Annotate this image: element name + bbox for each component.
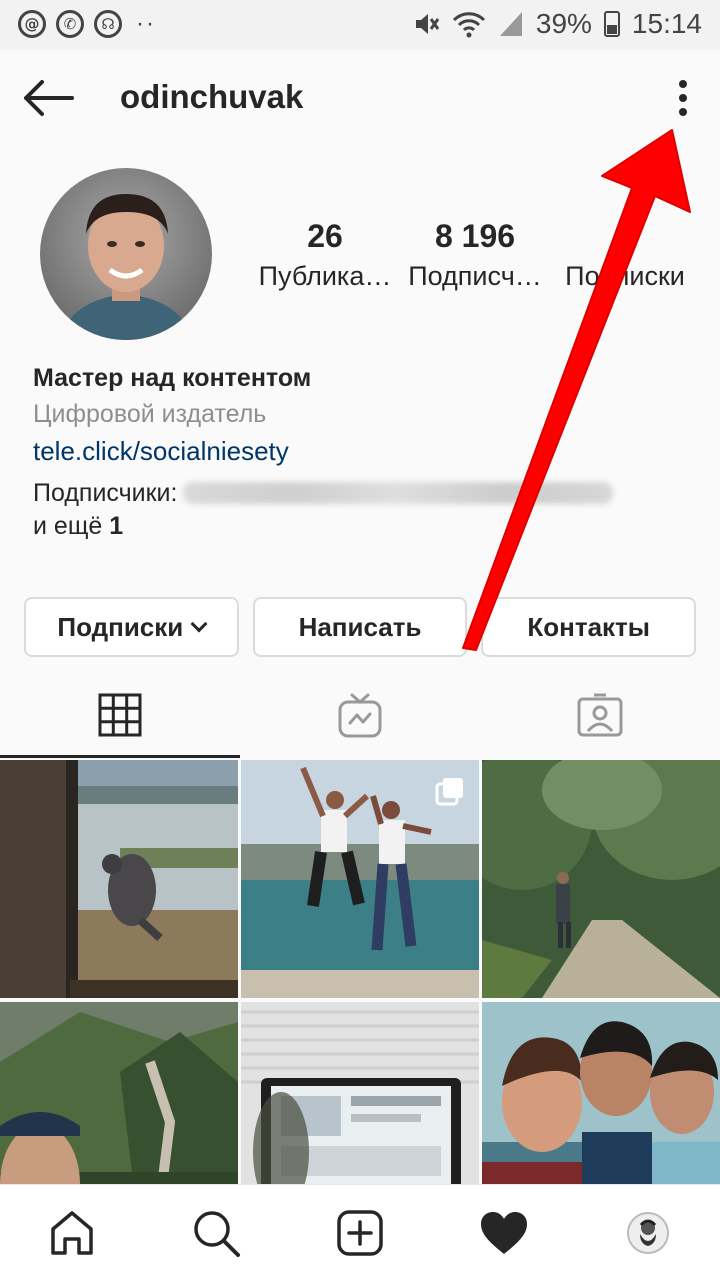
bottom-navigation [0, 1184, 720, 1280]
mutual-followers[interactable]: Подписчики: [33, 474, 693, 512]
followers-number: 8 196 [434, 218, 516, 254]
at-sign-icon: @ [18, 10, 46, 38]
tab-igtv[interactable] [240, 672, 480, 758]
post-image-pigeon [0, 760, 238, 998]
following-button-label: Подписки [57, 611, 184, 642]
contacts-button-label: Контакты [527, 611, 650, 642]
bio-link[interactable]: tele.click/socialniesety [33, 436, 693, 474]
mute-icon [415, 14, 440, 34]
post-thumbnail[interactable] [241, 760, 479, 998]
nav-activity[interactable] [432, 1185, 576, 1280]
post-image-forest-path [482, 760, 720, 998]
blurred-usernames [183, 482, 614, 504]
more-count: 1 [109, 512, 124, 540]
carousel-icon [435, 778, 463, 806]
nav-home[interactable] [0, 1185, 144, 1280]
more-notifications-icon: ·· [136, 10, 156, 37]
profile-category: Цифровой издатель [33, 400, 267, 428]
profile-bio: Мастер над контентом Цифровой издатель t… [33, 364, 693, 550]
post-thumbnail[interactable] [0, 760, 238, 998]
tagged-user-icon [577, 693, 623, 737]
profile-avatar[interactable] [40, 168, 212, 340]
profile-username: odinchuvak [120, 78, 304, 115]
profile-header: odinchuvak [0, 50, 720, 146]
posts-count[interactable]: 26 Публика… [250, 215, 400, 292]
mutual-followers-more[interactable]: и ещё 1 [33, 512, 693, 550]
profile-actions: Подписки Написать Контакты [24, 597, 697, 657]
grid-icon [98, 693, 142, 737]
following-count[interactable]: 7 Подписки [550, 215, 700, 292]
nav-profile[interactable] [576, 1185, 720, 1280]
add-post-icon [337, 1209, 383, 1256]
wifi-icon [452, 12, 485, 38]
following-number: 7 [616, 218, 634, 254]
nav-new-post[interactable] [288, 1185, 432, 1280]
more-prefix: и ещё [33, 512, 110, 540]
heart-icon [481, 1211, 527, 1254]
nav-search[interactable] [144, 1185, 288, 1280]
profile-stats: 26 Публика… 8 196 Подписч… 7 Подписки [250, 215, 710, 292]
followers-count[interactable]: 8 196 Подписч… [400, 215, 550, 292]
notification-icons: @ ✆ ☊ ·· [18, 10, 156, 38]
following-label: Подписки [565, 261, 685, 291]
followers-label: Подписч… [408, 261, 542, 291]
back-button[interactable] [22, 78, 74, 118]
system-icons: 39% 15:14 [412, 8, 702, 40]
whatsapp-icon: ✆ [56, 10, 84, 38]
message-button-label: Написать [298, 611, 422, 642]
profile-tabs [0, 672, 720, 758]
post-thumbnail[interactable] [482, 760, 720, 998]
back-arrow-icon [24, 80, 74, 116]
battery-percent: 39% [535, 8, 592, 39]
posts-label: Публика… [258, 261, 392, 291]
battery-icon [603, 11, 620, 37]
options-menu-button[interactable] [666, 72, 700, 124]
clock: 15:14 [631, 8, 702, 39]
message-button[interactable]: Написать [252, 597, 468, 657]
profile-photo [40, 168, 212, 340]
display-name: Мастер над контентом [33, 364, 312, 392]
posts-grid [0, 760, 720, 1240]
tab-tagged[interactable] [480, 672, 720, 758]
igtv-icon [338, 693, 382, 738]
signal-icon [499, 12, 522, 36]
mutual-followers-label: Подписчики: [33, 478, 178, 507]
chevron-down-icon [190, 615, 208, 633]
status-bar: @ ✆ ☊ ·· 39% 15:14 [0, 0, 720, 50]
headset-icon: ☊ [94, 10, 122, 38]
profile-avatar-small [627, 1211, 669, 1254]
posts-number: 26 [307, 218, 343, 254]
following-button[interactable]: Подписки [24, 597, 239, 657]
tab-grid[interactable] [0, 672, 240, 758]
home-icon [51, 1210, 93, 1255]
contacts-button[interactable]: Контакты [481, 597, 697, 657]
search-icon [194, 1210, 240, 1257]
more-dots-icon [679, 80, 687, 88]
